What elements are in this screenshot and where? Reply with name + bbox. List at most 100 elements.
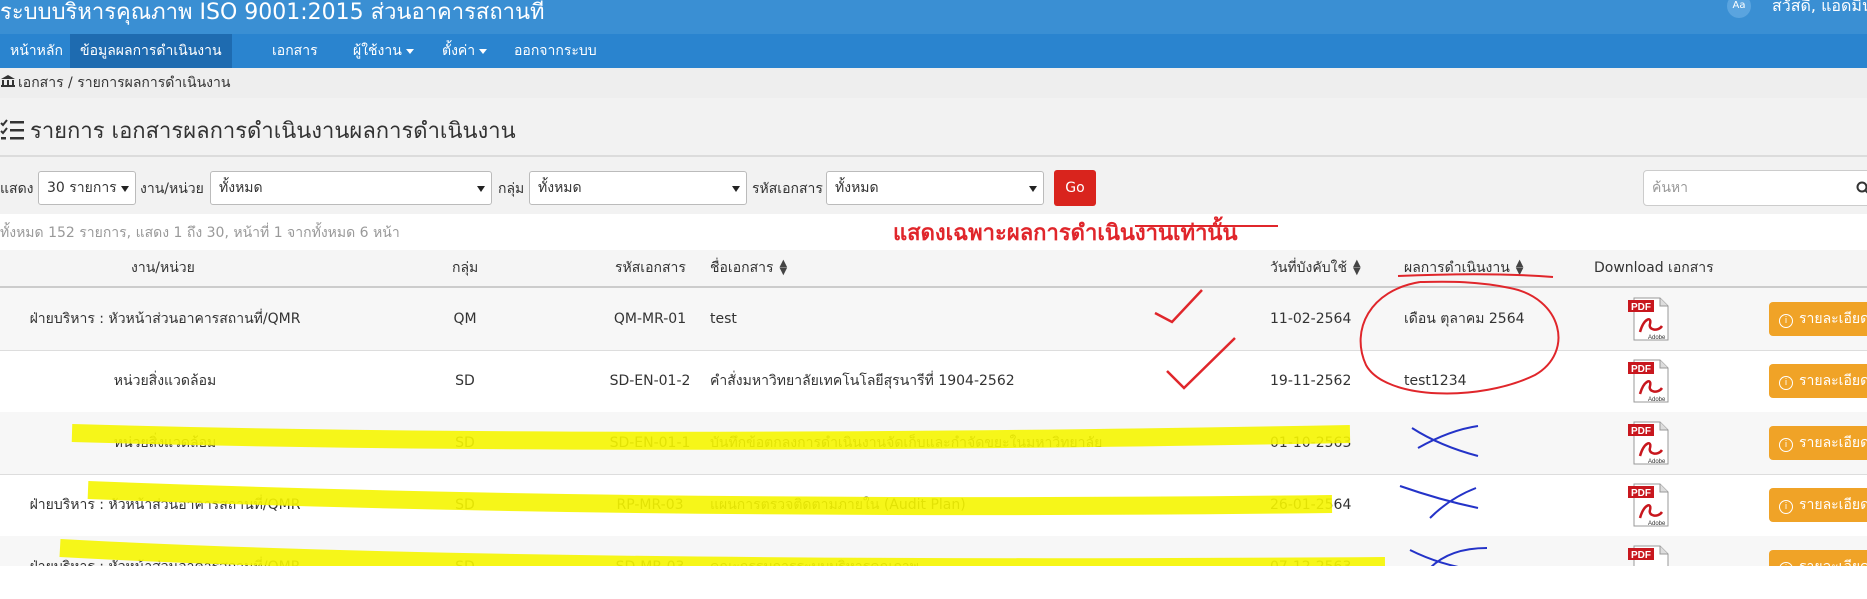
pdf-label: PDF bbox=[1631, 488, 1651, 499]
cell-group: QM bbox=[453, 311, 477, 327]
table-row: ฝ่ายบริหาร : หัวหน้าส่วนอาคารสถานที่/QMR… bbox=[0, 288, 1867, 351]
nav-documents[interactable]: เอกสาร bbox=[262, 34, 328, 68]
sort-icon[interactable]: ▲ ▼ bbox=[780, 259, 788, 277]
group-select-value: ทั้งหมด bbox=[538, 180, 582, 196]
language-avatar[interactable]: Aa bbox=[1727, 0, 1751, 18]
user-greeting[interactable]: สวัสดี, แอดมิน bbox=[1772, 0, 1867, 19]
nav-performance-label: ข้อมูลผลการดำเนินงาน bbox=[80, 43, 222, 59]
search-placeholder: ค้นหา bbox=[1652, 180, 1689, 196]
cell-unit: ฝ่ายบริหาร : หัวหน้าส่วนอาคารสถานที่/QMR bbox=[29, 311, 301, 327]
pdf-brand: Adobe bbox=[1648, 459, 1666, 465]
col-date[interactable]: วันที่บังคับใช้ ▲ ▼ bbox=[1270, 250, 1361, 286]
col-group[interactable]: กลุ่ม bbox=[452, 250, 478, 286]
chevron-down-icon bbox=[477, 186, 485, 192]
nav-performance-data[interactable]: ข้อมูลผลการดำเนินงาน bbox=[70, 34, 232, 68]
code-select-value: ทั้งหมด bbox=[835, 180, 879, 196]
col-name[interactable]: ชื่อเอกสาร ▲ ▼ bbox=[710, 250, 787, 286]
cell-date: 01-10-2563 bbox=[1270, 435, 1352, 451]
nav-logout-label: ออกจากระบบ bbox=[514, 43, 597, 59]
search-input[interactable]: ค้นหา bbox=[1643, 170, 1867, 206]
table-row: หน่วยสิ่งแวดล้อม SD SD-EN-01-2 คำสั่งมหาวิท… bbox=[0, 350, 1867, 413]
cell-date: 11-02-2564 bbox=[1270, 311, 1352, 327]
cell-date: 26-01-2564 bbox=[1270, 497, 1352, 513]
main-navbar: หน้าหลัก ข้อมูลผลการดำเนินงาน เอกสาร ผู้… bbox=[0, 34, 1867, 68]
table-row: หน่วยสิ่งแวดล้อม SD SD-EN-01-1 บันทึกข้อตกล… bbox=[0, 412, 1867, 475]
info-icon: i bbox=[1779, 438, 1793, 452]
nav-home-label: หน้าหลัก bbox=[10, 43, 63, 59]
page-size-select[interactable]: 30 รายการ bbox=[38, 171, 136, 205]
go-button[interactable]: Go bbox=[1054, 170, 1096, 206]
result-summary: ทั้งหมด 152 รายการ, แสดง 1 ถึง 30, หน้าท… bbox=[0, 225, 400, 241]
group-select[interactable]: ทั้งหมด bbox=[529, 171, 747, 205]
table-row: ฝ่ายบริหาร : หัวหน้าส่วนอาคารสถานที่/QMR… bbox=[0, 474, 1867, 537]
detail-button[interactable]: i รายละเอียด bbox=[1769, 426, 1867, 460]
checklist-icon bbox=[0, 119, 24, 140]
pdf-download-icon[interactable]: PDF Adobe bbox=[1628, 482, 1672, 528]
chevron-down-icon bbox=[121, 186, 129, 192]
cell-name: แผนการตรวจติดตามภายใน (Audit Plan) bbox=[710, 497, 966, 513]
chevron-down-icon bbox=[1029, 186, 1037, 192]
header-divider bbox=[0, 155, 1867, 157]
cell-code: SD-EN-01-1 bbox=[609, 435, 691, 451]
cell-result: เดือน ตุลาคม 2564 bbox=[1404, 311, 1525, 327]
cell-unit: หน่วยสิ่งแวดล้อม bbox=[113, 435, 217, 451]
col-result-label: ผลการดำเนินงาน bbox=[1404, 260, 1510, 276]
pdf-download-icon[interactable]: PDF Adobe bbox=[1628, 296, 1672, 342]
chevron-down-icon bbox=[732, 186, 740, 192]
col-result[interactable]: ผลการดำเนินงาน ▲ ▼ bbox=[1404, 250, 1524, 286]
unit-label: งาน/หน่วย bbox=[140, 181, 204, 197]
cell-code: QM-MR-01 bbox=[613, 311, 687, 327]
breadcrumb-bar: เอกสาร / รายการผลการดำเนินงาน bbox=[0, 68, 1867, 98]
info-icon: i bbox=[1779, 500, 1793, 514]
detail-button[interactable]: i รายละเอียด bbox=[1769, 488, 1867, 522]
pdf-brand: Adobe bbox=[1648, 335, 1666, 341]
page-title: รายการ เอกสารผลการดำเนินงานผลการดำเนินงา… bbox=[0, 113, 516, 148]
show-label: แสดง bbox=[0, 181, 34, 197]
detail-button[interactable]: i รายละเอียด bbox=[1769, 302, 1867, 336]
pdf-brand: Adobe bbox=[1648, 521, 1666, 527]
col-date-label: วันที่บังคับใช้ bbox=[1270, 260, 1347, 276]
group-label: กลุ่ม bbox=[498, 181, 525, 197]
breadcrumb-text[interactable]: เอกสาร / รายการผลการดำเนินงาน bbox=[18, 75, 230, 91]
page-title-text: รายการ เอกสารผลการดำเนินงานผลการดำเนินงา… bbox=[30, 119, 516, 144]
cell-code: RP-MR-03 bbox=[616, 497, 684, 513]
code-select[interactable]: ทั้งหมด bbox=[826, 171, 1044, 205]
pdf-download-icon[interactable]: PDF Adobe bbox=[1628, 358, 1672, 404]
col-code[interactable]: รหัสเอกสาร bbox=[615, 250, 686, 286]
page-size-value: 30 รายการ bbox=[47, 180, 117, 196]
nav-settings[interactable]: ตั้งค่า bbox=[432, 34, 497, 68]
nav-users-label: ผู้ใช้งาน bbox=[353, 43, 402, 59]
pdf-label: PDF bbox=[1631, 550, 1651, 561]
unit-select-value: ทั้งหมด bbox=[219, 180, 263, 196]
detail-button[interactable]: i รายละเอียด bbox=[1769, 364, 1867, 398]
pdf-label: PDF bbox=[1631, 426, 1651, 437]
cell-name: คำสั่งมหาวิทยาลัยเทคโนโลยีสุรนารีที่ 190… bbox=[710, 373, 1015, 389]
unit-select[interactable]: ทั้งหมด bbox=[210, 171, 492, 205]
breadcrumb: เอกสาร / รายการผลการดำเนินงาน bbox=[0, 68, 230, 98]
nav-users[interactable]: ผู้ใช้งาน bbox=[343, 34, 424, 68]
table-header: งาน/หน่วย กลุ่ม รหัสเอกสาร ชื่อเอกสาร ▲ ▼ … bbox=[0, 250, 1867, 288]
info-icon: i bbox=[1779, 314, 1793, 328]
detail-button-label: รายละเอียด bbox=[1799, 435, 1867, 451]
cell-group: SD bbox=[455, 435, 475, 451]
detail-button-label: รายละเอียด bbox=[1799, 311, 1867, 327]
info-icon: i bbox=[1779, 376, 1793, 390]
pdf-download-icon[interactable]: PDF Adobe bbox=[1628, 420, 1672, 466]
annotation-note: แสดงเฉพาะผลการดำเนินงานเท่านั้น bbox=[893, 221, 1238, 246]
app-title: ระบบบริหารคุณภาพ ISO 9001:2015 ส่วนอาคาร… bbox=[0, 0, 545, 25]
cell-unit: หน่วยสิ่งแวดล้อม bbox=[113, 373, 217, 389]
search-icon[interactable] bbox=[1856, 181, 1867, 195]
code-label: รหัสเอกสาร bbox=[752, 181, 823, 197]
col-unit[interactable]: งาน/หน่วย bbox=[131, 250, 195, 286]
nav-home[interactable]: หน้าหลัก bbox=[0, 34, 73, 68]
pdf-label: PDF bbox=[1631, 302, 1651, 313]
sort-icon[interactable]: ▲ ▼ bbox=[1353, 259, 1361, 277]
cell-unit: ฝ่ายบริหาร : หัวหน้าส่วนอาคารสถานที่/QMR bbox=[29, 497, 301, 513]
page-bottom-blank bbox=[0, 566, 1867, 599]
nav-logout[interactable]: ออกจากระบบ bbox=[504, 34, 607, 68]
detail-button-label: รายละเอียด bbox=[1799, 497, 1867, 513]
cell-name: test bbox=[710, 311, 737, 327]
sort-icon[interactable]: ▲ ▼ bbox=[1516, 259, 1524, 277]
cell-result: test1234 bbox=[1404, 373, 1467, 389]
building-icon bbox=[1, 75, 15, 87]
